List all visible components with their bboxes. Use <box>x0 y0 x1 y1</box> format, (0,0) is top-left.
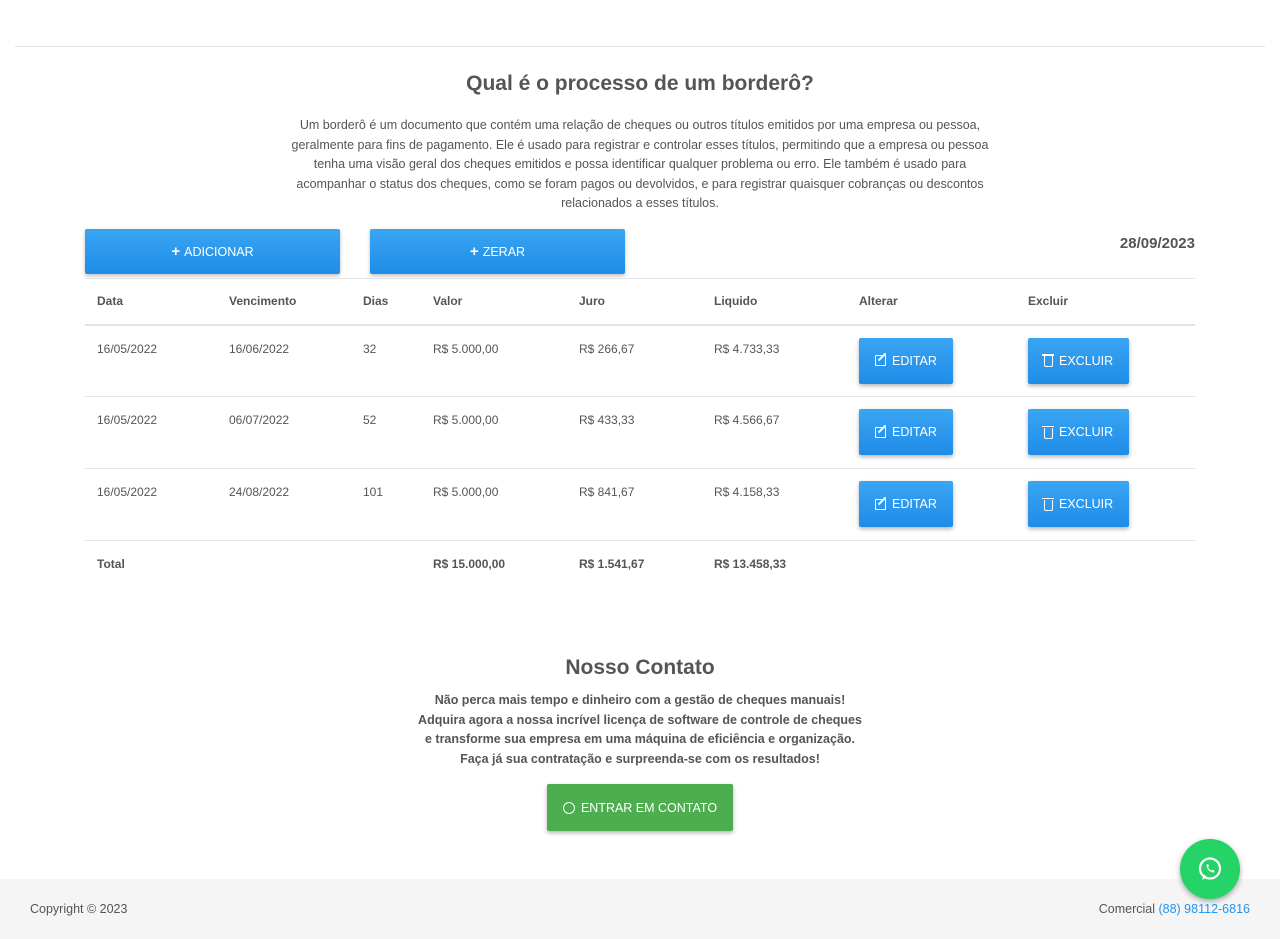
total-juro: R$ 1.541,67 <box>579 557 645 571</box>
delete-button[interactable]: EXCLUIR <box>1028 409 1130 455</box>
plus-icon: + <box>469 243 479 260</box>
whatsapp-icon <box>1198 857 1222 880</box>
whatsapp-float-button[interactable] <box>1180 839 1240 899</box>
cell-juro: R$ 841,67 <box>567 468 702 541</box>
cell-valor: R$ 5.000,00 <box>421 396 567 469</box>
intro-paragraph: Um borderô é um documento que contém uma… <box>291 118 989 210</box>
intro-title: Qual é o processo de um borderô? <box>466 72 814 95</box>
phone-link[interactable]: (88) 98112-6816 <box>1158 902 1250 916</box>
trash-icon <box>1042 497 1054 511</box>
header-valor: Valor <box>421 278 567 326</box>
header-excluir: Excluir <box>1016 278 1195 326</box>
delete-button-label: EXCLUIR <box>1059 497 1114 511</box>
cell-data: 16/05/2022 <box>85 468 217 541</box>
delete-button[interactable]: EXCLUIR <box>1028 337 1130 384</box>
header-data: Data <box>85 278 217 326</box>
reset-button-label: ZERAR <box>482 244 526 259</box>
cell-liquido: R$ 4.566,67 <box>702 396 847 469</box>
cell-excluir: EXCLUIR <box>1016 396 1195 469</box>
contact-line: Não perca mais tempo e dinheiro com a ge… <box>434 693 846 707</box>
cell-dias: 101 <box>351 468 421 541</box>
edit-icon <box>875 426 886 438</box>
contact-line: Faça já sua contratação e surpreenda-se … <box>460 751 820 766</box>
cell-alterar: EDITAR <box>847 396 1016 469</box>
edit-button-label: EDITAR <box>892 497 937 511</box>
cell-vencimento: 06/07/2022 <box>217 396 351 469</box>
top-divider <box>15 46 1265 47</box>
cell-vencimento: 16/06/2022 <box>217 324 351 397</box>
trash-icon <box>1042 425 1054 439</box>
whatsapp-icon <box>562 801 575 814</box>
contact-text: Não perca mais tempo e dinheiro com a ge… <box>0 691 1280 769</box>
delete-button-label: EXCLUIR <box>1059 425 1114 439</box>
cell-excluir: EXCLUIR <box>1016 324 1195 397</box>
table-header-row: Data Vencimento Dias Valor Juro Liquido … <box>85 278 1195 326</box>
contact-title: Nosso Contato <box>565 656 715 679</box>
header-dias: Dias <box>351 278 421 326</box>
add-button[interactable]: + ADICIONAR <box>85 229 340 274</box>
cell-excluir: EXCLUIR <box>1016 468 1195 541</box>
cell-data: 16/05/2022 <box>85 324 217 397</box>
contact-line: e transforme sua empresa em uma máquina … <box>424 732 856 746</box>
edit-icon <box>875 355 886 366</box>
cell-dias: 32 <box>351 324 421 397</box>
header-juro: Juro <box>567 278 702 326</box>
edit-icon <box>875 498 886 510</box>
delete-button[interactable]: EXCLUIR <box>1028 481 1130 527</box>
contact-line: Adquira agora a nossa incrível licença d… <box>418 712 862 727</box>
contact-button-label: ENTRAR EM CONTATO <box>580 800 718 815</box>
header-alterar: Alterar <box>847 278 1016 326</box>
cell-vencimento: 24/08/2022 <box>217 468 351 541</box>
edit-button[interactable]: EDITAR <box>859 337 953 384</box>
copyright: Copyright © 2023 <box>30 902 128 916</box>
total-liquido: R$ 13.458,33 <box>714 557 787 571</box>
edit-button[interactable]: EDITAR <box>859 409 953 455</box>
cell-liquido: R$ 4.158,33 <box>702 468 847 541</box>
current-date: 28/09/2023 <box>1119 235 1195 252</box>
table-row: 16/05/2022 06/07/2022 52 R$ 5.000,00 R$ … <box>85 396 1195 469</box>
reset-button[interactable]: + ZERAR <box>370 229 625 274</box>
total-row: Total R$ 15.000,00 R$ 1.541,67 R$ 13.458… <box>85 541 1195 587</box>
table-row: 16/05/2022 16/06/2022 32 R$ 5.000,00 R$ … <box>85 324 1195 397</box>
cell-data: 16/05/2022 <box>85 396 217 469</box>
header-liquido: Liquido <box>702 278 847 326</box>
cell-liquido: R$ 4.733,33 <box>702 324 847 397</box>
cell-juro: R$ 266,67 <box>567 324 702 397</box>
footer: Copyright © 2023 Comercial (88) 98112-68… <box>0 879 1280 939</box>
cell-valor: R$ 5.000,00 <box>421 468 567 541</box>
cell-juro: R$ 433,33 <box>567 396 702 469</box>
edit-button-label: EDITAR <box>892 353 937 368</box>
total-valor: R$ 15.000,00 <box>433 557 506 571</box>
commercial-contact: Comercial (88) 98112-6816 <box>1099 902 1250 916</box>
contact-button[interactable]: ENTRAR EM CONTATO <box>547 784 733 831</box>
bordero-table: Data Vencimento Dias Valor Juro Liquido … <box>85 278 1195 587</box>
edit-button[interactable]: EDITAR <box>859 481 953 527</box>
delete-button-label: EXCLUIR <box>1059 353 1114 368</box>
commercial-label: Comercial <box>1098 902 1155 916</box>
cell-dias: 52 <box>351 396 421 469</box>
edit-button-label: EDITAR <box>892 425 937 439</box>
header-vencimento: Vencimento <box>217 278 351 326</box>
cell-valor: R$ 5.000,00 <box>421 324 567 397</box>
trash-icon <box>1042 354 1054 367</box>
cell-alterar: EDITAR <box>847 324 1016 397</box>
cell-alterar: EDITAR <box>847 468 1016 541</box>
table-row: 16/05/2022 24/08/2022 101 R$ 5.000,00 R$… <box>85 468 1195 541</box>
total-label: Total <box>97 557 125 571</box>
plus-icon: + <box>171 243 181 260</box>
add-button-label: ADICIONAR <box>184 244 254 259</box>
